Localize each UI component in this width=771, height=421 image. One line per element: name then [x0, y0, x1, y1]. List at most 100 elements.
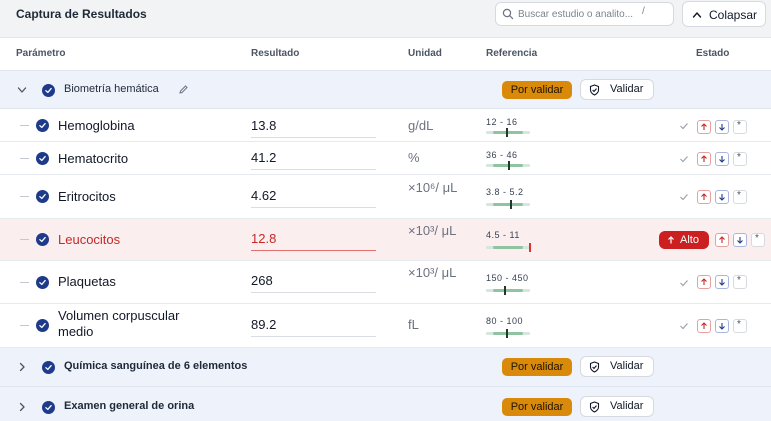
- search-input[interactable]: [518, 6, 638, 22]
- result-value[interactable]: 12.8: [251, 231, 276, 246]
- row-validated-check[interactable]: [36, 119, 49, 132]
- chevron-up-icon: [692, 12, 702, 18]
- validate-label: Validar: [610, 400, 644, 412]
- result-input[interactable]: 13.8: [251, 114, 376, 138]
- arrow-up-icon: [701, 278, 707, 285]
- mark-low-button[interactable]: [715, 319, 729, 333]
- tree-connector: [20, 196, 29, 197]
- arrow-up-icon: [701, 322, 707, 329]
- reference-bar: [486, 243, 531, 252]
- reference-range-text: 36 - 46: [486, 150, 518, 160]
- check-icon: [45, 364, 52, 371]
- group-validated-check[interactable]: [42, 361, 55, 374]
- result-value[interactable]: 13.8: [251, 118, 276, 133]
- arrow-down-icon: [719, 124, 725, 131]
- arrow-up-icon: [701, 123, 707, 130]
- arrow-down-icon: [719, 156, 725, 163]
- asterisk-icon: *: [737, 275, 741, 286]
- chevron-right-icon[interactable]: [17, 362, 27, 372]
- reference-value-marker: [507, 161, 510, 170]
- mark-high-button[interactable]: [697, 275, 711, 289]
- chevron-right-icon[interactable]: [17, 402, 27, 412]
- table-row: Leucocitos 12.8 ×10³/ μL 4.5 - 11 Alto *: [0, 219, 771, 261]
- check-icon: [39, 122, 46, 129]
- arrow-down-icon: [719, 279, 725, 286]
- validate-button[interactable]: Validar: [580, 356, 654, 377]
- table-row: Eritrocitos 4.62 ×10⁶/ μL 3.8 - 5.2 *: [0, 175, 771, 219]
- result-value[interactable]: 41.2: [251, 150, 276, 165]
- group-header-orina[interactable]: Examen general de orina Por validar Vali…: [0, 387, 771, 421]
- column-header-unit: Unidad: [408, 48, 442, 59]
- unit-label: %: [408, 150, 420, 165]
- unit-label: ×10⁶/ μL: [408, 180, 458, 195]
- check-icon: [39, 322, 46, 329]
- mark-low-button[interactable]: [715, 190, 729, 204]
- mark-low-button[interactable]: [715, 120, 729, 134]
- mark-high-button[interactable]: [697, 152, 711, 166]
- search-box[interactable]: /: [495, 2, 674, 26]
- group-validated-check[interactable]: [42, 84, 55, 97]
- result-input[interactable]: 12.8: [251, 227, 376, 251]
- mark-special-button[interactable]: *: [733, 152, 747, 166]
- reference-range-text: 80 - 100: [486, 316, 524, 326]
- reference-bar: [486, 286, 530, 295]
- reference-range-band: [493, 246, 523, 249]
- row-validated-check[interactable]: [36, 152, 49, 165]
- mark-low-button[interactable]: [715, 152, 729, 166]
- validate-button[interactable]: Validar: [580, 396, 654, 417]
- asterisk-icon: *: [737, 152, 741, 163]
- status-badge-pending: Por validar: [502, 358, 572, 376]
- mark-special-button[interactable]: *: [733, 319, 747, 333]
- pencil-icon[interactable]: [178, 84, 189, 95]
- column-header-status: Estado: [696, 48, 730, 59]
- mark-high-button[interactable]: [697, 120, 711, 134]
- reference-range-band: [493, 131, 523, 134]
- group-name: Biometría hemática: [64, 83, 159, 95]
- mark-high-button[interactable]: [697, 319, 711, 333]
- mark-special-button[interactable]: *: [751, 233, 765, 247]
- table-row: Volumen corpuscular medio 89.2 fL 80 - 1…: [0, 304, 771, 348]
- check-icon: [45, 87, 52, 94]
- search-icon: [502, 8, 514, 20]
- group-name: Examen general de orina: [64, 400, 195, 412]
- check-icon: [39, 279, 46, 286]
- group-header-quimica[interactable]: Química sanguínea de 6 elementos Por val…: [0, 348, 771, 387]
- result-input[interactable]: 4.62: [251, 184, 376, 208]
- row-validated-check[interactable]: [36, 276, 49, 289]
- unit-label: fL: [408, 317, 419, 332]
- mark-low-button[interactable]: [715, 275, 729, 289]
- reference-range-band: [493, 289, 523, 292]
- chevron-down-icon[interactable]: [17, 85, 27, 95]
- arrow-down-icon: [737, 237, 743, 244]
- result-input[interactable]: 89.2: [251, 313, 376, 337]
- collapse-button[interactable]: Colapsar: [682, 1, 766, 27]
- page-title: Captura de Resultados: [16, 7, 147, 21]
- result-value[interactable]: 268: [251, 273, 273, 288]
- validate-label: Validar: [610, 360, 644, 372]
- result-value[interactable]: 89.2: [251, 317, 276, 332]
- status-badge-high: Alto: [659, 231, 709, 249]
- group-header-biometria[interactable]: Biometría hemática Por validar Validar: [0, 71, 771, 109]
- row-validated-check[interactable]: [36, 319, 49, 332]
- mark-high-button[interactable]: [697, 190, 711, 204]
- mark-special-button[interactable]: *: [733, 190, 747, 204]
- group-validated-check[interactable]: [42, 401, 55, 414]
- param-name: Volumen corpuscular medio: [58, 308, 180, 339]
- mark-high-button[interactable]: [715, 233, 729, 247]
- unit-label: ×10³/ μL: [408, 223, 457, 238]
- row-validated-check[interactable]: [36, 190, 49, 203]
- result-input[interactable]: 41.2: [251, 146, 376, 170]
- validate-button[interactable]: Validar: [580, 79, 654, 100]
- mark-special-button[interactable]: *: [733, 120, 747, 134]
- mark-low-button[interactable]: [733, 233, 747, 247]
- reference-value-marker: [505, 329, 508, 338]
- arrow-up-icon: [719, 236, 725, 243]
- check-icon: [680, 194, 688, 201]
- table-row: Plaquetas 268 ×10³/ μL 150 - 450 *: [0, 261, 771, 304]
- result-input[interactable]: 268: [251, 269, 376, 293]
- row-validated-check[interactable]: [36, 233, 49, 246]
- mark-special-button[interactable]: *: [733, 275, 747, 289]
- result-value[interactable]: 4.62: [251, 188, 276, 203]
- reference-value-marker: [505, 128, 508, 137]
- check-icon: [680, 280, 688, 287]
